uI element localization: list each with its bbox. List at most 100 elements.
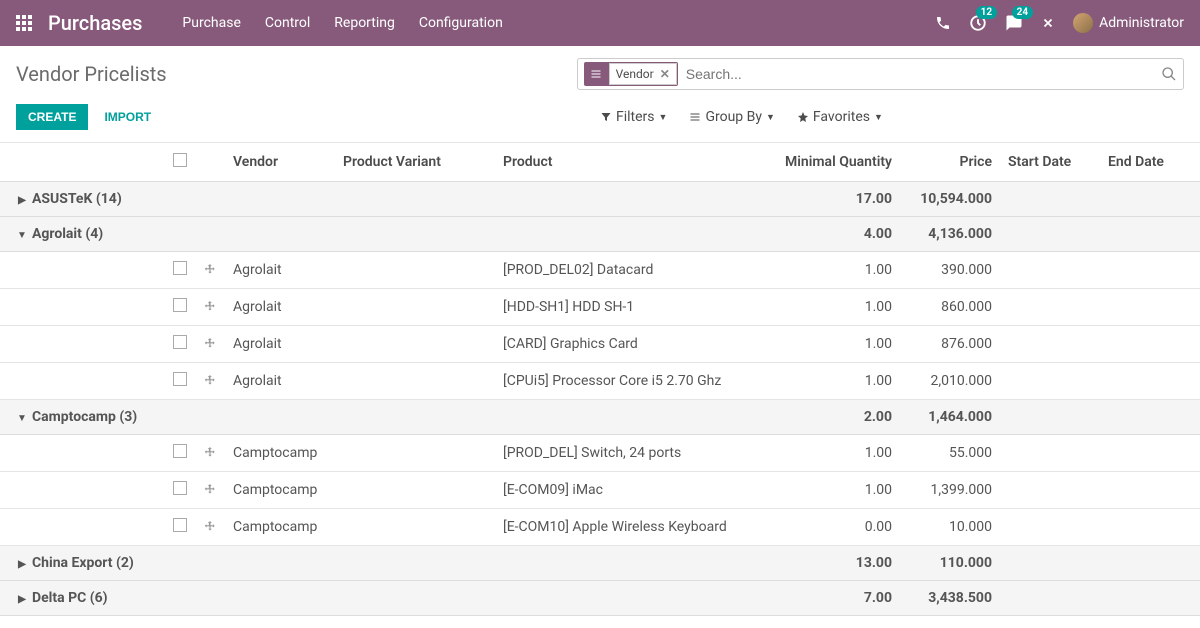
- cell-product: [PROD_DEL] Switch, 24 ports: [495, 435, 760, 472]
- search-bar[interactable]: Vendor ✕: [577, 58, 1184, 90]
- cell-end: [1100, 252, 1200, 289]
- search-icon[interactable]: [1161, 66, 1177, 82]
- cell-start: [1000, 435, 1100, 472]
- cell-vendor: Agrolait: [225, 326, 335, 363]
- col-start[interactable]: Start Date: [1000, 143, 1100, 182]
- menu-configuration[interactable]: Configuration: [419, 15, 503, 31]
- group-name: ASUSTeK (14): [32, 191, 122, 207]
- chevron-down-icon: ▼: [766, 112, 775, 123]
- menu-purchase[interactable]: Purchase: [182, 15, 240, 31]
- drag-handle-icon[interactable]: [203, 374, 217, 388]
- cell-product: [PROD_DEL02] Datacard: [495, 252, 760, 289]
- col-price[interactable]: Price: [900, 143, 1000, 182]
- cell-start: [1000, 472, 1100, 509]
- messages-icon[interactable]: 24: [1005, 14, 1023, 32]
- table-row[interactable]: Agrolait [CARD] Graphics Card1.00876.000: [0, 326, 1200, 363]
- cell-price: 1,399.000: [900, 472, 1000, 509]
- apps-icon[interactable]: [16, 15, 32, 31]
- drag-handle-icon[interactable]: [203, 337, 217, 351]
- list-icon: [584, 68, 608, 80]
- filter-icon: [600, 111, 612, 123]
- search-input[interactable]: [682, 66, 1161, 82]
- group-qty: 7.00: [760, 581, 900, 616]
- group-price: 3,438.500: [900, 581, 1000, 616]
- favorites-button[interactable]: Favorites ▼: [797, 109, 883, 125]
- col-end[interactable]: End Date: [1100, 143, 1200, 182]
- close-icon[interactable]: [1041, 16, 1055, 30]
- cell-start: [1000, 363, 1100, 400]
- breadcrumb: Vendor Pricelists: [16, 62, 577, 86]
- select-all-checkbox[interactable]: [173, 153, 187, 167]
- messages-badge: 24: [1012, 6, 1033, 19]
- cell-start: [1000, 326, 1100, 363]
- row-checkbox[interactable]: [173, 444, 187, 458]
- menu-control[interactable]: Control: [265, 15, 310, 31]
- group-price: 110.000: [900, 546, 1000, 581]
- group-price: 1,464.000: [900, 400, 1000, 435]
- table-row[interactable]: Agrolait[PROD_DEL02] Datacard1.00390.000: [0, 252, 1200, 289]
- phone-icon[interactable]: [935, 15, 951, 31]
- group-name: Camptocamp (3): [32, 409, 137, 425]
- filters-button[interactable]: Filters ▼: [600, 109, 667, 125]
- cell-variant: [335, 363, 495, 400]
- col-variant[interactable]: Product Variant: [335, 143, 495, 182]
- row-checkbox[interactable]: [173, 481, 187, 495]
- row-checkbox[interactable]: [173, 298, 187, 312]
- main-menu: Purchase Control Reporting Configuration: [182, 15, 935, 31]
- col-product[interactable]: Product: [495, 143, 760, 182]
- cell-end: [1100, 509, 1200, 546]
- caret-right-icon: ▶: [16, 559, 28, 570]
- menu-reporting[interactable]: Reporting: [334, 15, 395, 31]
- table-header-row: Vendor Product Variant Product Minimal Q…: [0, 143, 1200, 182]
- avatar: [1073, 13, 1093, 33]
- row-checkbox[interactable]: [173, 518, 187, 532]
- group-row[interactable]: ▶China Export (2)13.00110.000: [0, 546, 1200, 581]
- drag-handle-icon[interactable]: [203, 483, 217, 497]
- row-checkbox[interactable]: [173, 261, 187, 275]
- cell-price: 876.000: [900, 326, 1000, 363]
- row-checkbox[interactable]: [173, 335, 187, 349]
- cell-qty: 1.00: [760, 252, 900, 289]
- group-price: 4,136.000: [900, 217, 1000, 252]
- cell-qty: 0.00: [760, 509, 900, 546]
- drag-handle-icon[interactable]: [203, 520, 217, 534]
- table-row[interactable]: Camptocamp[E-COM10] Apple Wireless Keybo…: [0, 509, 1200, 546]
- cell-qty: 1.00: [760, 472, 900, 509]
- cell-end: [1100, 472, 1200, 509]
- activity-icon[interactable]: 12: [969, 14, 987, 32]
- cell-qty: 1.00: [760, 326, 900, 363]
- cell-variant: [335, 252, 495, 289]
- col-vendor[interactable]: Vendor: [225, 143, 335, 182]
- cell-product: [E-COM09] iMac: [495, 472, 760, 509]
- drag-handle-icon[interactable]: [203, 446, 217, 460]
- app-title[interactable]: Purchases: [48, 11, 142, 35]
- star-icon: [797, 111, 809, 123]
- drag-handle-icon[interactable]: [203, 300, 217, 314]
- cell-start: [1000, 509, 1100, 546]
- create-button[interactable]: Create: [16, 104, 88, 130]
- row-checkbox[interactable]: [173, 372, 187, 386]
- table-row[interactable]: Agrolait[CPUi5] Processor Core i5 2.70 G…: [0, 363, 1200, 400]
- import-button[interactable]: Import: [104, 110, 151, 124]
- user-menu[interactable]: Administrator: [1073, 13, 1184, 33]
- group-row[interactable]: ▶Delta PC (6)7.003,438.500: [0, 581, 1200, 616]
- search-facet: Vendor ✕: [584, 62, 678, 86]
- group-row[interactable]: ▶ASUSTeK (14)17.0010,594.000: [0, 182, 1200, 217]
- cell-price: 860.000: [900, 289, 1000, 326]
- table-row[interactable]: Camptocamp[PROD_DEL] Switch, 24 ports1.0…: [0, 435, 1200, 472]
- caret-right-icon: ▶: [16, 594, 28, 605]
- cell-price: 10.000: [900, 509, 1000, 546]
- chevron-down-icon: ▼: [659, 112, 668, 123]
- table-row[interactable]: Camptocamp[E-COM09] iMac1.001,399.000: [0, 472, 1200, 509]
- groupby-button[interactable]: Group By ▼: [689, 109, 774, 125]
- group-name: Agrolait (4): [32, 226, 103, 242]
- cell-product: [CARD] Graphics Card: [495, 326, 760, 363]
- table-row[interactable]: Agrolait[HDD-SH1] HDD SH-11.00860.000: [0, 289, 1200, 326]
- col-qty[interactable]: Minimal Quantity: [760, 143, 900, 182]
- group-row[interactable]: ▼Camptocamp (3)2.001,464.000: [0, 400, 1200, 435]
- facet-remove-icon[interactable]: ✕: [660, 67, 670, 81]
- main-navbar: Purchases Purchase Control Reporting Con…: [0, 0, 1200, 46]
- group-row[interactable]: ▼Agrolait (4)4.004,136.000: [0, 217, 1200, 252]
- cell-end: [1100, 326, 1200, 363]
- drag-handle-icon[interactable]: [203, 263, 217, 277]
